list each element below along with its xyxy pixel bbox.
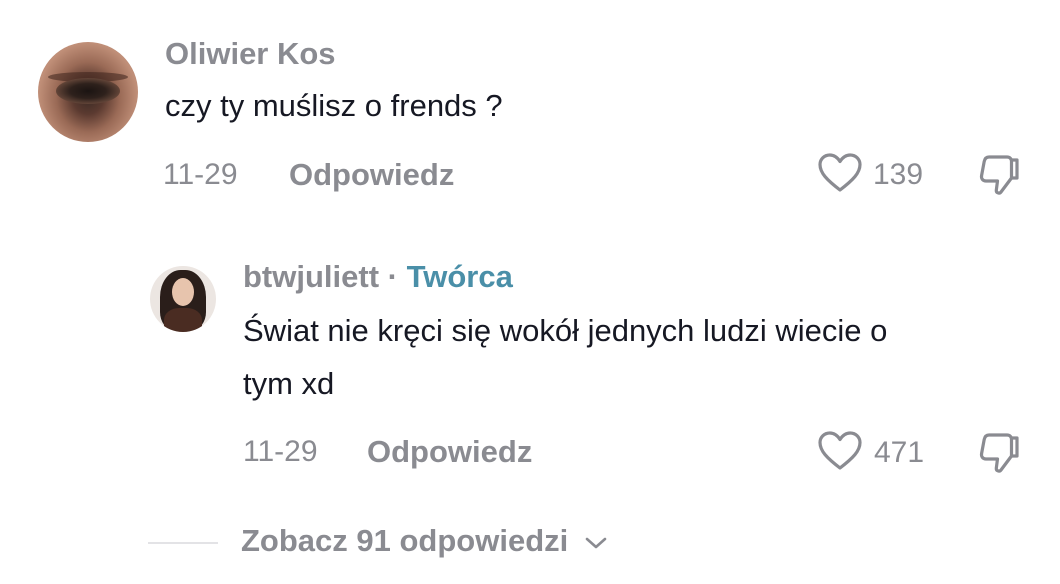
comment-username[interactable]: Oliwier Kos [165,36,336,72]
like-count: 139 [873,158,924,191]
reply-text-line-2: tym xd [243,366,335,401]
creator-badge: Twórca [406,259,513,294]
avatar-face [172,278,194,306]
reply-like-count: 471 [874,436,925,469]
reply-date: 11-29 [243,435,318,468]
view-replies-button[interactable]: Zobacz 91 odpowiedzi [241,523,609,559]
comment-text: czy ty muślisz o frends ? [165,88,503,123]
thumbs-down-outline-icon[interactable] [975,152,1023,198]
avatar-body [164,308,202,332]
avatar-eye [56,78,120,104]
dislike-button[interactable] [975,152,1023,198]
view-replies-label: Zobacz 91 odpowiedzi [241,523,569,558]
comment-date: 11-29 [163,158,238,191]
separator-dot: · [387,259,398,294]
reply-dislike-button[interactable] [975,430,1023,476]
reply-text-line-1: Świat nie kręci się wokół jednych ludzi … [243,313,888,348]
reply-header: btwjuliett · Twórca [243,259,513,295]
heart-outline-icon[interactable] [817,152,863,194]
avatar[interactable] [38,42,138,142]
reply-button[interactable]: Odpowiedz [289,157,454,193]
reply-like-button[interactable] [817,430,863,472]
thumbs-down-outline-icon[interactable] [975,430,1023,476]
replies-divider [148,542,218,544]
heart-outline-icon[interactable] [817,430,863,472]
reply-username[interactable]: btwjuliett [243,259,379,294]
reply-reply-button[interactable]: Odpowiedz [367,434,532,470]
like-button[interactable] [817,152,863,194]
reply-avatar[interactable] [150,266,216,332]
chevron-down-icon [585,537,607,549]
